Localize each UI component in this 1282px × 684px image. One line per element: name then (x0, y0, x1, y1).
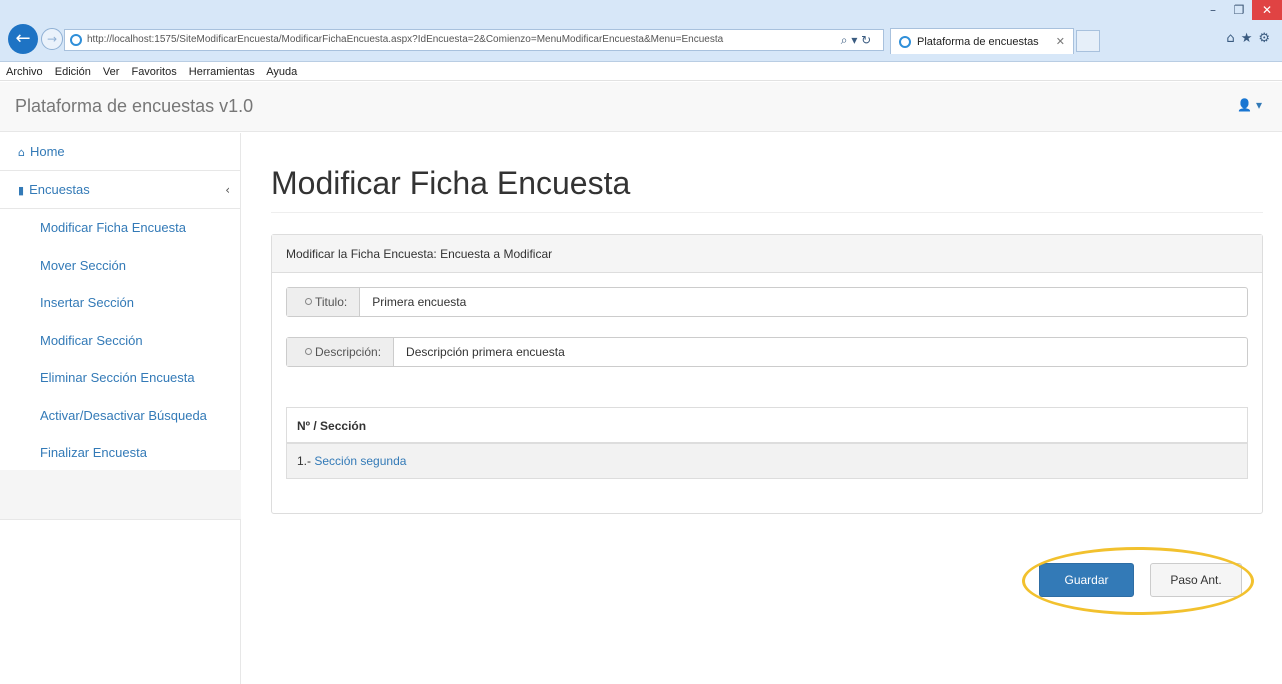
app-brand[interactable]: Plataforma de encuestas v1.0 (15, 96, 253, 117)
table-row: 1.- Sección segunda (287, 444, 1247, 478)
chevron-left-icon: ‹ (225, 183, 230, 197)
search-refresh-icons[interactable]: ⌕ ▾ ↻ (828, 29, 884, 51)
page-title: Modificar Ficha Encuesta (271, 165, 631, 201)
back-arrow-icon[interactable]: ← (8, 24, 38, 54)
browser-tab[interactable]: Plataforma de encuestas ✕ (890, 28, 1074, 54)
descripcion-input[interactable]: Descripción primera encuesta (394, 338, 565, 366)
bookmark-icon: ▮ (18, 184, 25, 197)
address-url: http://localhost:1575/SiteModificarEncue… (87, 34, 724, 45)
sections-table: Nº / Sección 1.- Sección segunda (286, 407, 1248, 479)
sidebar-submenu: Modificar Ficha Encuesta Mover Sección I… (0, 209, 240, 473)
app-navbar: Plataforma de encuestas v1.0 👤 ▾ (0, 82, 1282, 132)
menu-ver[interactable]: Ver (103, 66, 120, 78)
menu-edicion[interactable]: Edición (55, 66, 91, 78)
sidebar-footer (0, 470, 241, 520)
sidebar-item-home[interactable]: ⌂ Home (0, 133, 240, 171)
user-menu[interactable]: 👤 ▾ (1237, 98, 1262, 112)
descripcion-label: Descripción: (287, 338, 395, 366)
browser-titlebar: – ❐ ✕ ← → http://localhost:1575/SiteModi… (0, 0, 1282, 62)
user-icon: 👤 (1237, 98, 1253, 112)
ie-icon (899, 36, 911, 48)
home-icon: ⌂ (18, 146, 25, 159)
sidebar-item-mover-seccion[interactable]: Mover Sección (0, 247, 240, 285)
menu-ayuda[interactable]: Ayuda (266, 66, 297, 78)
sidebar-item-modificar-seccion[interactable]: Modificar Sección (0, 322, 240, 360)
menu-favoritos[interactable]: Favoritos (131, 66, 176, 78)
home-icon[interactable]: ⌂ (1226, 31, 1240, 46)
tab-title: Plataforma de encuestas (917, 36, 1039, 48)
save-button[interactable]: Guardar (1039, 563, 1134, 597)
sidebar-item-encuestas[interactable]: ▮ Encuestas ‹ (0, 171, 240, 209)
panel-heading: Modificar la Ficha Encuesta: Encuesta a … (272, 235, 1262, 273)
sidebar-item-eliminar-seccion[interactable]: Eliminar Sección Encuesta (0, 359, 240, 397)
row-number: 1.- (297, 454, 315, 468)
divider (271, 212, 1263, 213)
sidebar: ⌂ Home ▮ Encuestas ‹ Modificar Ficha Encue… (0, 133, 241, 684)
titulo-input[interactable]: Primera encuesta (360, 288, 466, 316)
section-link[interactable]: Sección segunda (314, 454, 406, 468)
titulo-field: Titulo: Primera encuesta (286, 287, 1248, 317)
sidebar-item-finalizar-encuesta[interactable]: Finalizar Encuesta (0, 434, 240, 472)
new-tab-button[interactable] (1076, 30, 1100, 52)
menu-herramientas[interactable]: Herramientas (189, 66, 255, 78)
sidebar-item-modificar-ficha[interactable]: Modificar Ficha Encuesta (0, 209, 240, 247)
minimize-icon[interactable]: – (1200, 0, 1226, 20)
tab-close-icon[interactable]: ✕ (1056, 29, 1065, 55)
ie-icon (70, 34, 82, 46)
forward-arrow-icon[interactable]: → (41, 28, 63, 50)
restore-icon[interactable]: ❐ (1226, 0, 1252, 20)
sidebar-item-label: Encuestas (29, 182, 90, 197)
address-bar[interactable]: http://localhost:1575/SiteModificarEncue… (64, 29, 884, 51)
sidebar-item-activar-busqueda[interactable]: Activar/Desactivar Búsqueda (0, 397, 240, 435)
close-icon[interactable]: ✕ (1252, 0, 1282, 20)
radio-icon (305, 348, 312, 355)
star-icon[interactable]: ★ (1241, 31, 1259, 46)
table-header: Nº / Sección (287, 408, 1247, 444)
window-controls: – ❐ ✕ (1200, 0, 1282, 22)
sidebar-item-label: Home (29, 144, 65, 159)
browser-menubar: Archivo Edición Ver Favoritos Herramient… (0, 63, 1282, 81)
radio-icon (305, 298, 312, 305)
sidebar-item-insertar-seccion[interactable]: Insertar Sección (0, 284, 240, 322)
menu-archivo[interactable]: Archivo (6, 66, 43, 78)
descripcion-field: Descripción: Descripción primera encuest… (286, 337, 1248, 367)
caret-down-icon: ▾ (1252, 98, 1262, 112)
titulo-label: Titulo: (287, 288, 361, 316)
gear-icon[interactable]: ⚙ (1258, 31, 1276, 46)
previous-step-button[interactable]: Paso Ant. (1150, 563, 1242, 597)
form-panel: Modificar la Ficha Encuesta: Encuesta a … (271, 234, 1263, 514)
